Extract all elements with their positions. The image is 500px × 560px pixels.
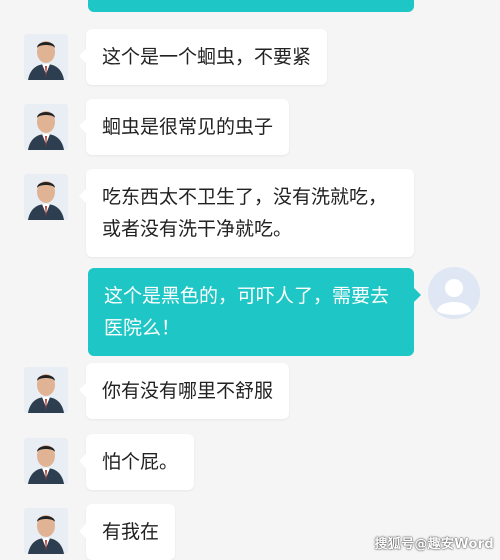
- message-bubble-received[interactable]: 这个是一个蛔虫，不要紧: [78, 29, 328, 85]
- message-bubble-received[interactable]: 怕个屁。: [78, 434, 195, 490]
- message-text: 这个是一个蛔虫，不要紧: [102, 46, 312, 68]
- message-bubble-sent[interactable]: 这个是黑色的，可吓人了，需要去医院么！: [88, 268, 421, 356]
- doctor-avatar-icon[interactable]: [24, 508, 68, 554]
- message-text: 这个是黑色的，可吓人了，需要去医院么！: [104, 285, 390, 339]
- message-bubble-received[interactable]: 你有没有哪里不舒服: [78, 363, 290, 419]
- doctor-avatar-icon[interactable]: [24, 367, 68, 413]
- doctor-avatar-icon[interactable]: [24, 34, 68, 80]
- chat-window: 这个是一个蛔虫，不要紧 蛔虫是很常见的虫子 吃东西太不卫生了，没有洗就吃，或者没…: [0, 0, 500, 560]
- message-bubble-received[interactable]: 蛔虫是很常见的虫子: [78, 99, 290, 155]
- doctor-avatar-icon[interactable]: [24, 174, 68, 220]
- message-bubble-received[interactable]: 吃东西太不卫生了，没有洗就吃，或者没有洗干净就吃。: [79, 169, 414, 257]
- doctor-avatar-icon[interactable]: [24, 104, 68, 150]
- message-text: 有我在: [102, 521, 160, 543]
- message-text: 怕个屁。: [102, 451, 179, 473]
- message-text: 你有没有哪里不舒服: [102, 380, 274, 402]
- user-avatar-icon[interactable]: [428, 267, 480, 319]
- message-text: 蛔虫是很常见的虫子: [102, 116, 274, 138]
- doctor-avatar-icon[interactable]: [24, 438, 68, 484]
- message-bubble-received[interactable]: 有我在: [78, 504, 176, 560]
- message-text: 吃东西太不卫生了，没有洗就吃，或者没有洗干净就吃。: [102, 186, 388, 240]
- previous-message-bubble: [88, 0, 414, 12]
- watermark-text: 搜狐号@趣安Word: [374, 537, 494, 552]
